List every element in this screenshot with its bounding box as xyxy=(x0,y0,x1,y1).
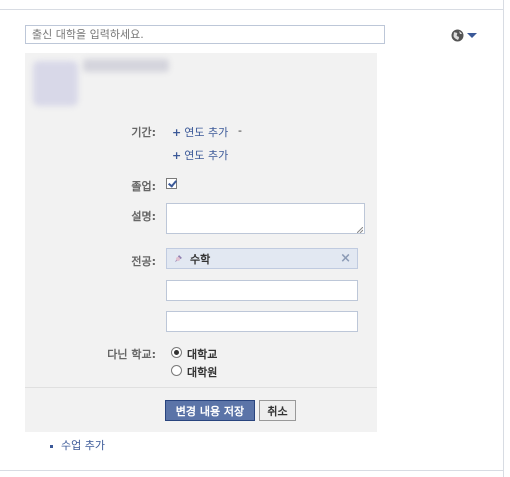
period-dash: - xyxy=(238,124,242,137)
period-label: 기간: xyxy=(131,126,156,139)
description-textarea[interactable] xyxy=(166,203,365,234)
bullet-icon xyxy=(50,444,53,448)
page-icon xyxy=(175,255,182,262)
frame-top-border xyxy=(0,9,503,10)
school-avatar xyxy=(33,61,78,106)
add-course-text: 수업 추가 xyxy=(61,439,105,452)
remove-major-button[interactable]: × xyxy=(340,251,351,266)
frame-bottom-border xyxy=(0,470,503,471)
chevron-down-icon xyxy=(467,32,477,38)
radio-graduate-school-label: 대학원 xyxy=(187,366,218,379)
major-token-text: 수학 xyxy=(190,252,211,266)
cancel-button[interactable]: 취소 xyxy=(259,400,296,421)
extra-major-input-1[interactable] xyxy=(166,280,358,301)
globe-icon xyxy=(451,29,464,41)
description-label: 설명: xyxy=(131,210,156,223)
add-year-text: 연도 추가 xyxy=(184,149,229,162)
plus-icon: + xyxy=(172,149,182,162)
privacy-selector[interactable] xyxy=(451,27,483,43)
radio-university-label: 대학교 xyxy=(187,348,218,361)
resize-grip-icon[interactable] xyxy=(357,227,363,233)
radio-graduate-school[interactable] xyxy=(171,365,182,376)
school-search-input[interactable] xyxy=(25,25,385,44)
radio-university[interactable] xyxy=(171,347,182,358)
panel-divider xyxy=(25,387,377,388)
school-name xyxy=(83,59,169,72)
major-label: 전공: xyxy=(131,255,156,268)
graduated-checkbox[interactable] xyxy=(166,178,177,189)
plus-icon: + xyxy=(172,126,182,139)
graduated-label: 졸업: xyxy=(131,180,156,193)
extra-major-input-2[interactable] xyxy=(166,311,358,332)
attended-label: 다닌 학교: xyxy=(107,348,156,361)
save-changes-button[interactable]: 변경 내용 저장 xyxy=(165,400,255,421)
add-end-year-link[interactable]: + 연도 추가 xyxy=(172,147,228,163)
frame-right-border xyxy=(503,0,504,477)
add-course-link[interactable]: 수업 추가 xyxy=(50,437,105,453)
add-start-year-link[interactable]: + 연도 추가 xyxy=(172,124,228,140)
education-edit-panel: 기간: + 연도 추가 - + 연도 추가 졸업: 설명: 전공: 수학 × 다닌 … xyxy=(25,53,377,432)
major-token[interactable]: 수학 × xyxy=(166,248,358,269)
add-year-text: 연도 추가 xyxy=(184,126,229,139)
